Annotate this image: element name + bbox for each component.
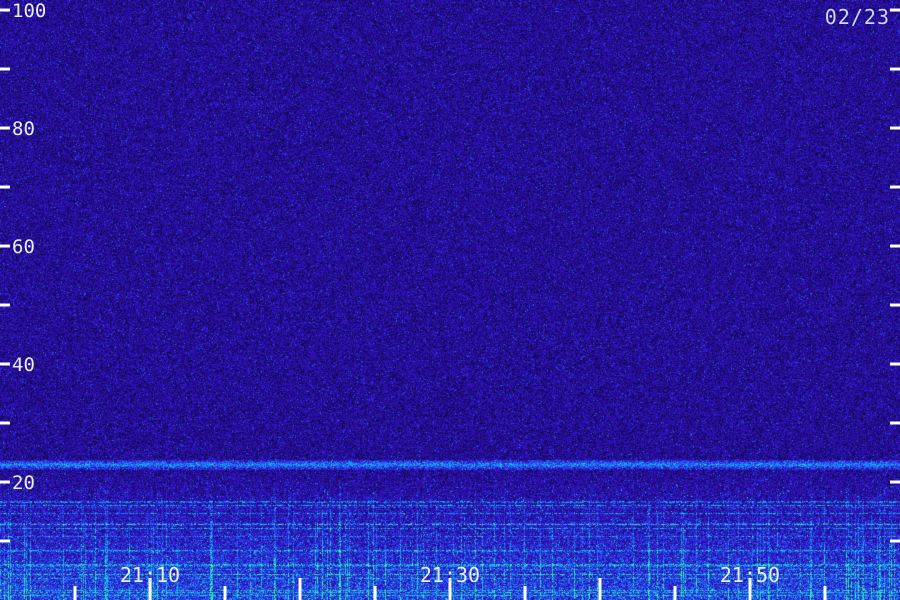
spectrogram-chart: 20 40 60 80 100 21:10 21:30 21:50 02/23: [0, 0, 900, 600]
date-label: 02/23: [824, 5, 890, 29]
y-tick-label: 20: [12, 472, 35, 494]
x-tick-label: 21:10: [120, 563, 180, 587]
y-tick-label: 60: [12, 236, 35, 258]
x-tick-label: 21:50: [720, 563, 780, 587]
y-tick-label: 100: [12, 0, 46, 22]
y-tick-label: 40: [12, 354, 35, 376]
x-tick-label: 21:30: [420, 563, 480, 587]
y-tick-label: 80: [12, 118, 35, 140]
axes-overlay: 20 40 60 80 100 21:10 21:30 21:50: [0, 0, 900, 600]
